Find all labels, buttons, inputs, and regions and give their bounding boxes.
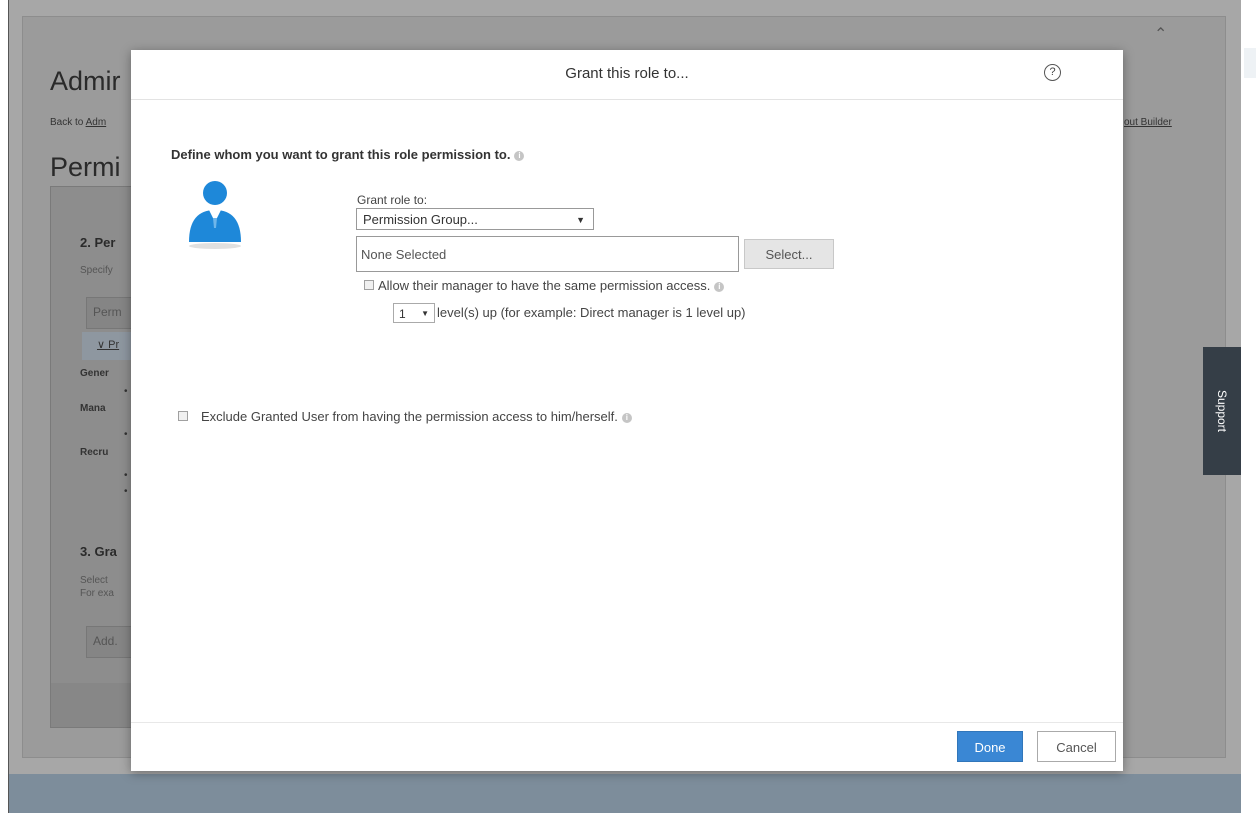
level-select[interactable]: 1 ▼ [393,303,435,323]
for-example-text: For exa [80,588,114,599]
grant-role-dialog: Grant this role to... ? Define whom you … [131,50,1123,771]
bottom-band [9,774,1242,813]
recruit-label: Recru [80,447,109,458]
dropdown-arrow-icon: ▼ [576,215,585,225]
help-circle-icon[interactable]: ? [1044,64,1061,81]
bullet: • [124,470,128,481]
back-link-row: Back to Adm [50,117,106,128]
dialog-header: Grant this role to... ? [131,50,1123,100]
select-button[interactable]: Select... [744,239,834,269]
general-label: Gener [80,368,109,379]
grant-role-select[interactable]: Permission Group... ▼ [356,208,594,230]
exclude-user-row: Exclude Granted User from having the per… [201,409,632,424]
right-strip [1241,0,1259,813]
dialog-title: Grant this role to... [565,65,689,82]
support-label: Support [1215,389,1229,433]
admin-page-title: Admir [50,66,121,96]
bullet: • [124,429,128,440]
back-prefix: Back to [50,117,84,128]
allow-manager-label: Allow their manager to have the same per… [378,278,711,293]
exclude-user-checkbox[interactable] [178,411,188,421]
bullet: • [124,386,128,397]
builder-link[interactable]: out Builder [1124,117,1172,128]
exclude-user-label: Exclude Granted User from having the per… [201,409,618,424]
dropdown-arrow-icon: ▼ [421,309,429,318]
specify-text: Specify [80,265,113,276]
grant-role-label: Grant role to: [357,193,428,207]
add-button-label: Add. [93,634,118,648]
back-to-admin-link[interactable]: Adm [86,117,107,128]
support-tab[interactable]: Support [1203,347,1241,475]
section-3-heading: 3. Gra [80,544,117,559]
user-avatar-icon [189,181,241,249]
done-button[interactable]: Done [957,731,1023,762]
perm-button-label: Perm [93,305,122,319]
define-text: Define whom you want to grant this role … [171,147,511,162]
info-icon[interactable]: i [714,281,725,292]
define-heading: Define whom you want to grant this role … [171,147,525,162]
bullet: • [124,486,128,497]
permission-page-title: Permi [50,152,121,182]
section-2-heading: 2. Per [80,235,116,250]
allow-manager-checkbox[interactable] [364,280,374,290]
cancel-button[interactable]: Cancel [1037,731,1116,762]
level-select-value: 1 [399,307,406,321]
info-icon[interactable]: i [514,150,525,161]
allow-manager-row: Allow their manager to have the same per… [378,278,725,293]
grant-role-select-value: Permission Group... [363,212,478,227]
tree-item-label: ∨ Pr [97,339,120,351]
chevron-up-icon[interactable]: ⌃ [1154,24,1167,44]
select-text: Select [80,575,108,586]
level-description: level(s) up (for example: Direct manager… [437,305,746,320]
selection-input[interactable] [356,236,739,272]
info-icon[interactable]: i [621,412,632,423]
manage-label: Mana [80,403,106,414]
